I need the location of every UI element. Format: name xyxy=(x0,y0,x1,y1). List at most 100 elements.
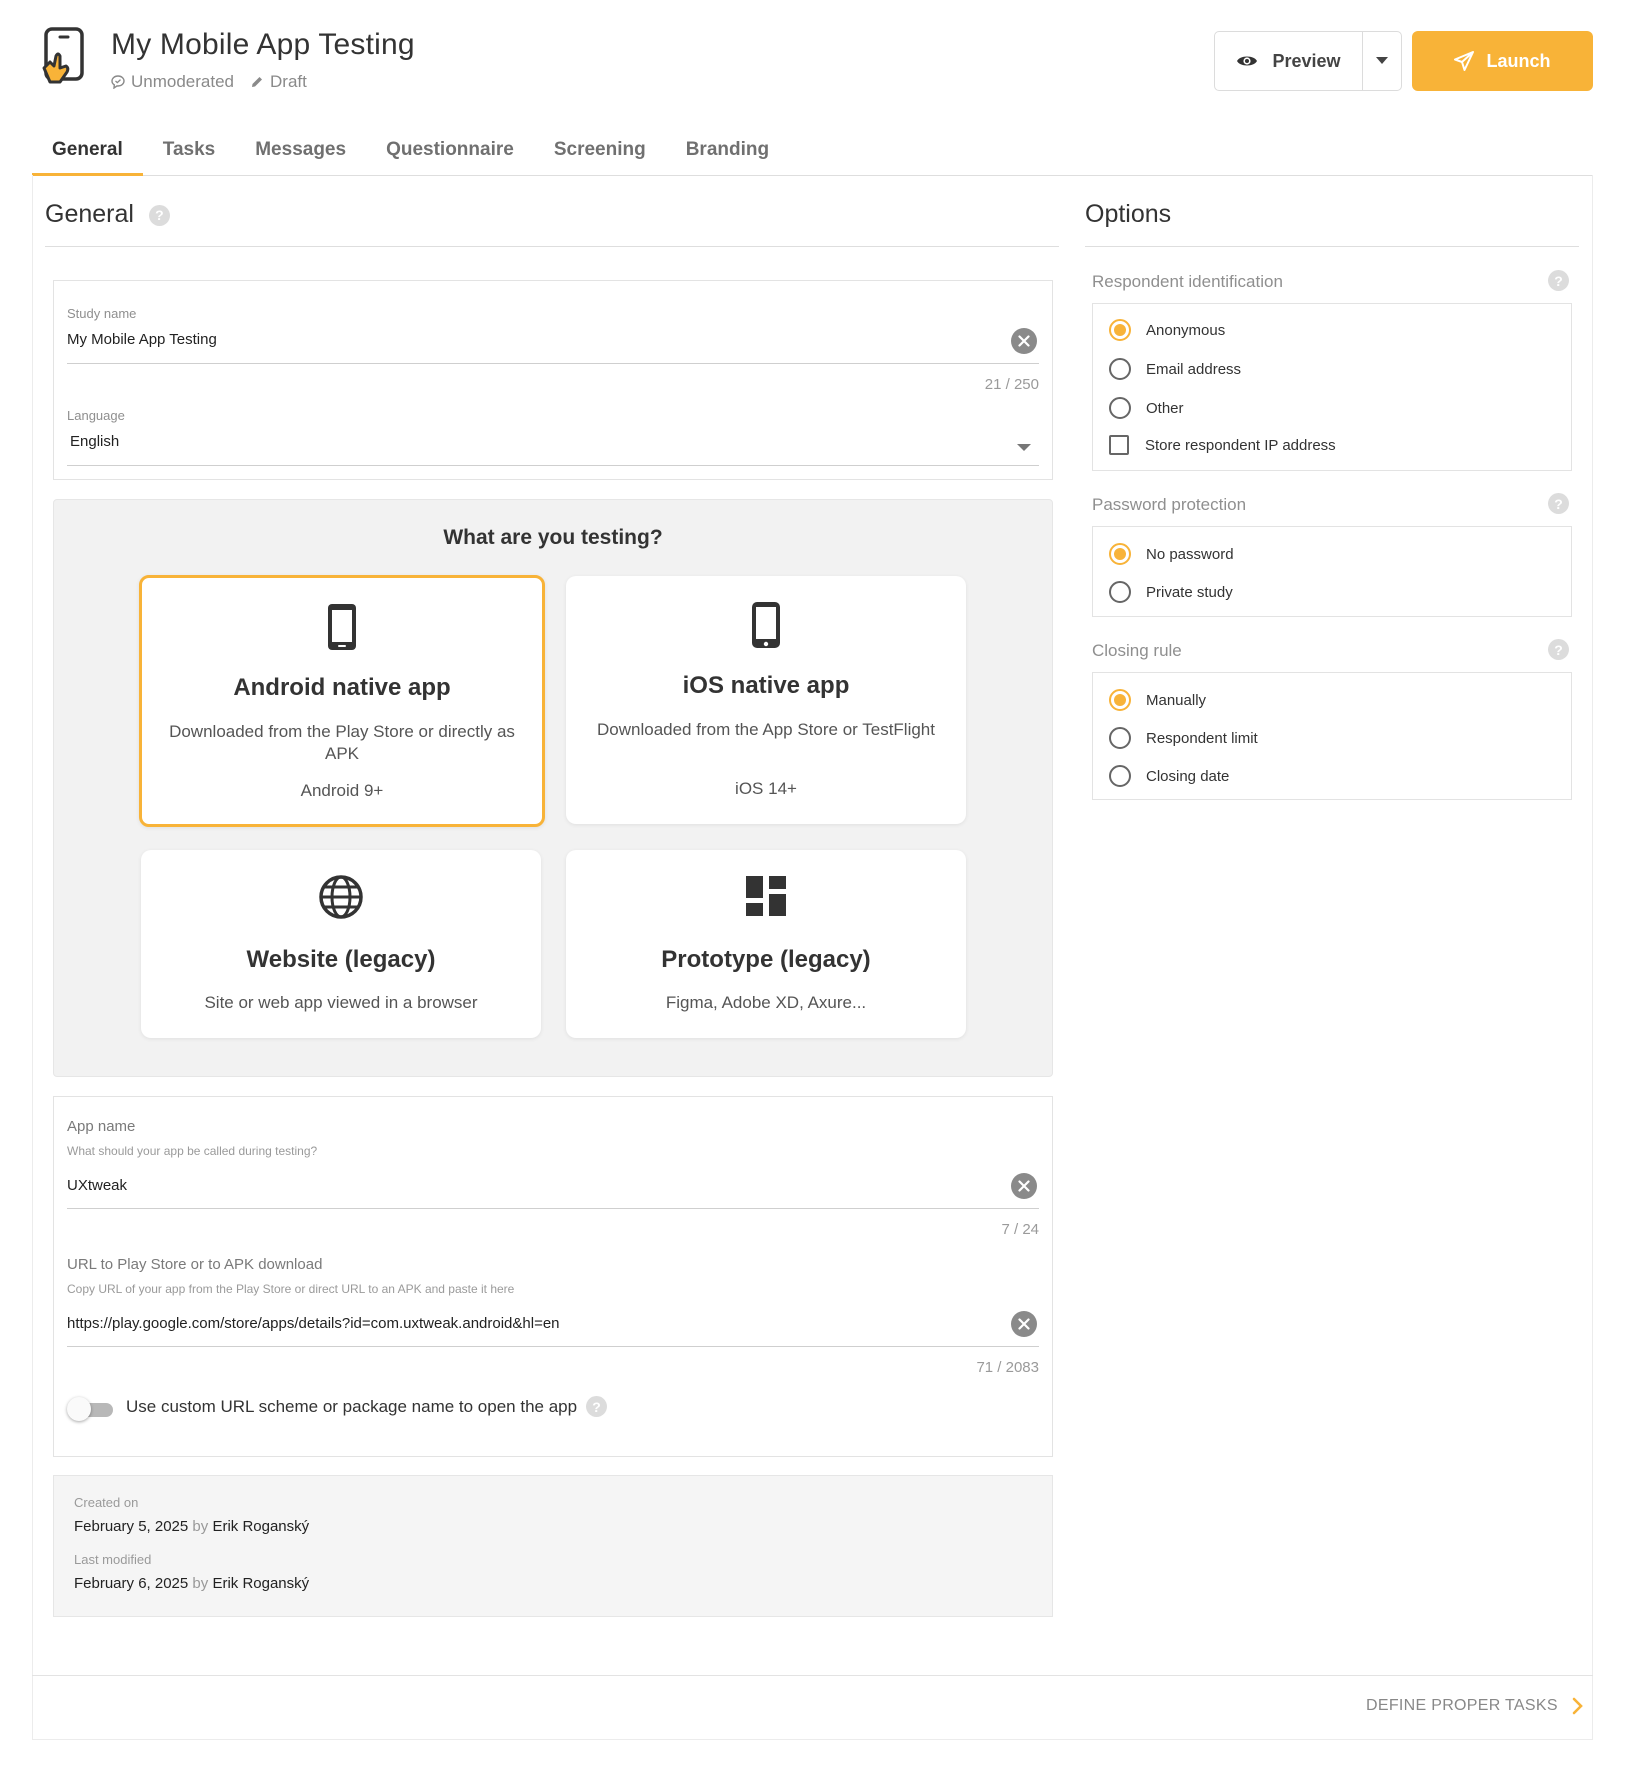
app-name-hint: What should your app be called during te… xyxy=(67,1144,318,1158)
radio-other[interactable]: Other xyxy=(1109,397,1184,419)
modified-label: Last modified xyxy=(74,1552,152,1567)
option-ios-native-app[interactable]: iOS native app Downloaded from the App S… xyxy=(566,576,966,824)
chevron-down-icon[interactable] xyxy=(1017,439,1031,457)
option-description: Site or web app viewed in a browser xyxy=(204,993,478,1012)
study-history xyxy=(53,1475,1053,1617)
clear-study-name-button[interactable] xyxy=(1011,328,1037,354)
study-name-counter: 21 / 250 xyxy=(984,376,1039,393)
url-counter: 71 / 2083 xyxy=(976,1359,1039,1376)
option-description: Downloaded from the Play Store or direct… xyxy=(169,722,515,763)
radio-email-address[interactable]: Email address xyxy=(1109,358,1241,380)
general-heading: General ? xyxy=(45,200,170,229)
tab-tasks[interactable]: Tasks xyxy=(143,128,235,176)
divider xyxy=(1085,246,1579,247)
respondent-identification-card: Anonymous Email address Other Store resp… xyxy=(1092,303,1572,471)
pencil-icon xyxy=(252,77,263,87)
tab-questionnaire[interactable]: Questionnaire xyxy=(366,128,534,176)
closing-rule-card: Manually Respondent limit Closing date xyxy=(1092,672,1572,800)
help-icon[interactable]: ? xyxy=(1548,270,1569,291)
option-requirement: iOS 14+ xyxy=(735,779,797,798)
testing-type-title: What are you testing? xyxy=(443,526,663,549)
study-status: Draft xyxy=(250,72,307,92)
page-title: My Mobile App Testing xyxy=(111,28,415,61)
preview-dropdown-toggle[interactable] xyxy=(1363,32,1401,90)
iphone-icon xyxy=(566,600,966,650)
help-icon[interactable]: ? xyxy=(586,1396,608,1417)
study-name-input[interactable]: My Mobile App Testing xyxy=(67,331,217,348)
radio-private-study[interactable]: Private study xyxy=(1109,581,1233,603)
password-protection-card: No password Private study xyxy=(1092,526,1572,617)
app-name-label: App name xyxy=(67,1118,136,1135)
app-name-counter: 7 / 24 xyxy=(1001,1221,1039,1238)
preview-button[interactable]: Preview xyxy=(1215,32,1363,90)
url-hint: Copy URL of your app from the Play Store… xyxy=(67,1282,515,1296)
footer-divider xyxy=(32,1675,1593,1676)
input-underline xyxy=(67,1346,1039,1347)
dashboard-icon xyxy=(566,876,966,916)
language-select[interactable]: English xyxy=(70,433,119,450)
url-input[interactable]: https://play.google.com/store/apps/detai… xyxy=(67,1315,560,1332)
study-meta: Unmoderated Draft xyxy=(111,72,323,92)
smartphone-icon xyxy=(142,602,542,652)
option-title: Website (legacy) xyxy=(246,946,436,973)
preview-button-group: Preview xyxy=(1214,31,1402,91)
tab-branding[interactable]: Branding xyxy=(666,128,789,176)
launch-button[interactable]: Launch xyxy=(1412,31,1593,91)
send-icon xyxy=(1454,51,1475,71)
checkbox-store-ip[interactable]: Store respondent IP address xyxy=(1109,435,1336,455)
created-label: Created on xyxy=(74,1495,139,1510)
divider xyxy=(45,246,1059,247)
option-title: iOS native app xyxy=(682,672,850,699)
clear-url-button[interactable] xyxy=(1011,1311,1037,1337)
close-icon xyxy=(1018,335,1030,347)
created-value: February 5, 2025 by Erik Roganský xyxy=(74,1518,310,1535)
custom-scheme-toggle[interactable] xyxy=(67,1396,117,1422)
custom-scheme-label: Use custom URL scheme or package name to… xyxy=(126,1396,608,1417)
language-label: Language xyxy=(67,408,125,423)
radio-anonymous[interactable]: Anonymous xyxy=(1109,319,1225,341)
chevron-right-icon xyxy=(1572,1697,1583,1715)
input-underline xyxy=(67,1208,1039,1209)
define-tasks-link[interactable]: DEFINE PROPER TASKS xyxy=(1366,1697,1583,1715)
modified-value: February 6, 2025 by Erik Roganský xyxy=(74,1575,310,1592)
help-icon[interactable]: ? xyxy=(148,204,170,226)
eye-icon xyxy=(1237,56,1258,66)
radio-respondent-limit[interactable]: Respondent limit xyxy=(1109,727,1258,749)
option-description: Figma, Adobe XD, Axure... xyxy=(665,993,867,1012)
option-title: Android native app xyxy=(233,674,451,701)
radio-manually[interactable]: Manually xyxy=(1109,689,1206,711)
option-android-native-app[interactable]: Android native app Downloaded from the P… xyxy=(139,575,545,827)
study-name-label: Study name xyxy=(67,306,137,321)
testing-type-panel: What are you testing? Android native app… xyxy=(53,499,1053,1077)
tab-general[interactable]: General xyxy=(32,128,143,176)
app-logo-icon xyxy=(36,26,92,88)
study-settings-card xyxy=(53,280,1053,480)
radio-closing-date[interactable]: Closing date xyxy=(1109,765,1229,787)
study-mode: Unmoderated xyxy=(111,72,234,92)
input-underline xyxy=(67,363,1039,364)
closing-rule-label: Closing rule xyxy=(1092,641,1182,660)
app-name-input[interactable]: UXtweak xyxy=(67,1177,127,1194)
url-label: URL to Play Store or to APK download xyxy=(67,1256,323,1273)
chat-icon xyxy=(111,75,125,89)
close-icon xyxy=(1018,1180,1030,1192)
options-heading: Options xyxy=(1085,200,1172,228)
study-tabs: General Tasks Messages Questionnaire Scr… xyxy=(32,128,1593,176)
caret-down-icon xyxy=(1376,57,1388,64)
option-website-legacy[interactable]: Website (legacy) Site or web app viewed … xyxy=(141,850,541,1038)
select-underline xyxy=(67,465,1039,466)
clear-app-name-button[interactable] xyxy=(1011,1173,1037,1199)
close-icon xyxy=(1018,1318,1030,1330)
option-title: Prototype (legacy) xyxy=(661,946,871,973)
radio-no-password[interactable]: No password xyxy=(1109,543,1234,565)
option-requirement: Android 9+ xyxy=(300,781,384,800)
globe-icon xyxy=(141,874,541,920)
password-protection-label: Password protection xyxy=(1092,495,1247,514)
respondent-identification-label: Respondent identification xyxy=(1092,272,1283,291)
tab-messages[interactable]: Messages xyxy=(235,128,366,176)
help-icon[interactable]: ? xyxy=(1548,493,1569,514)
help-icon[interactable]: ? xyxy=(1548,639,1569,660)
option-description: Downloaded from the App Store or TestFli… xyxy=(597,720,935,739)
option-prototype-legacy[interactable]: Prototype (legacy) Figma, Adobe XD, Axur… xyxy=(566,850,966,1038)
tab-screening[interactable]: Screening xyxy=(534,128,666,176)
